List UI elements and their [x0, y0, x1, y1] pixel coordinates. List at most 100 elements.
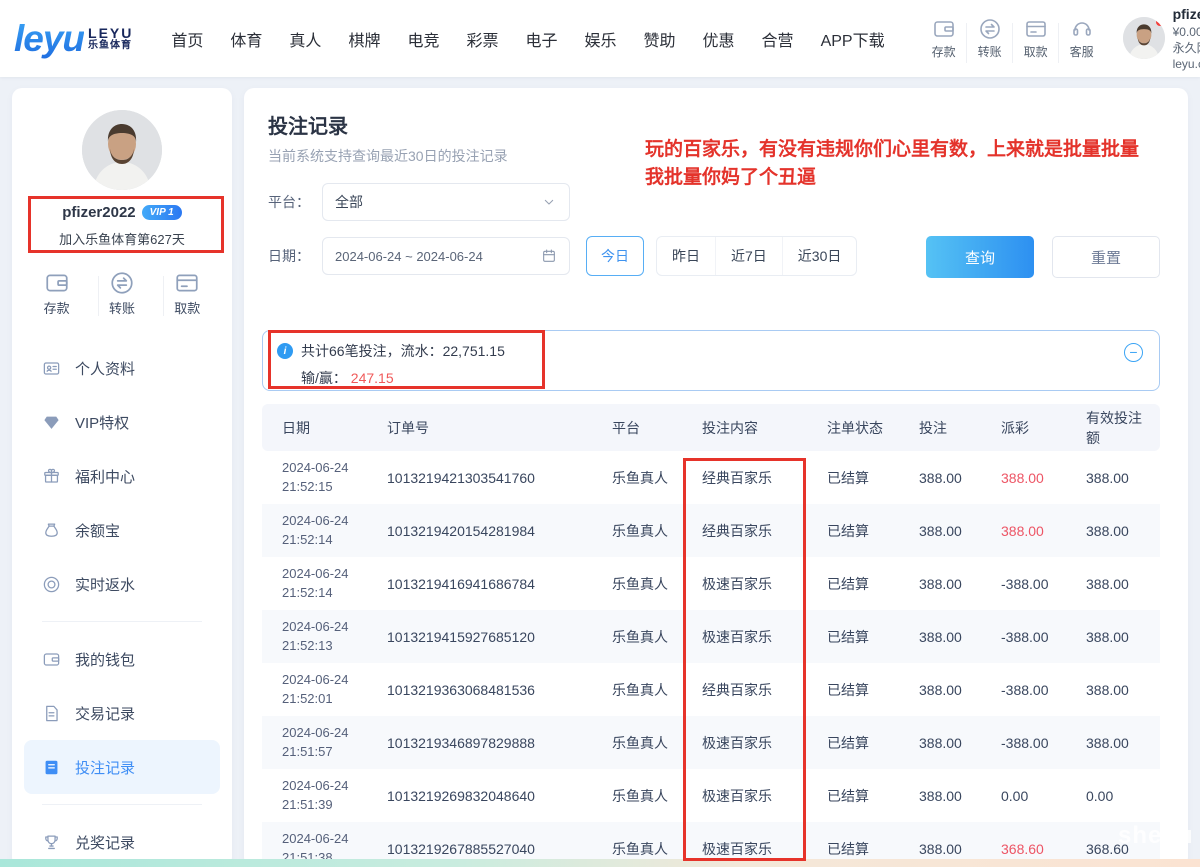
deposit-label: 存款	[921, 43, 967, 60]
chevron-down-icon	[541, 194, 557, 210]
withdraw-icon	[1024, 17, 1048, 41]
last7days-button[interactable]: 近7日	[715, 237, 782, 275]
date-range-input[interactable]: 2024-06-24 ~ 2024-06-24	[322, 237, 570, 275]
date-range-value: 2024-06-24 ~ 2024-06-24	[335, 249, 483, 264]
join-days-text: 加入乐鱼体育第627天	[12, 229, 232, 248]
table-row: 2024-06-2421:51:39 1013219269832048640 乐…	[262, 769, 1160, 822]
winloss-value: 247.15	[351, 370, 394, 386]
wallet-icon	[42, 650, 61, 669]
id-card-icon	[42, 359, 61, 378]
sidebar-item-rebate[interactable]: 实时返水	[24, 557, 220, 611]
sidebar-item-label: 交易记录	[75, 703, 135, 724]
deposit-icon	[44, 270, 70, 296]
logo-subtext: LEYU 乐鱼体育	[88, 26, 133, 51]
permanent-url: 永久网址: leyu.com	[1173, 40, 1200, 72]
sidebar-item-label: 投注记录	[75, 757, 135, 778]
nav-entertainment[interactable]: 娱乐	[585, 27, 617, 51]
page-title: 投注记录	[268, 110, 348, 139]
footer-gradient-bar	[0, 859, 1200, 867]
vip-diamond-icon	[42, 413, 61, 432]
sidebar-item-transactions[interactable]: 交易记录	[24, 686, 220, 740]
platform-filter-row: 平台： 全部	[268, 183, 570, 221]
nav-lottery[interactable]: 彩票	[466, 27, 498, 51]
brand-logo[interactable]: leyu LEYU 乐鱼体育	[14, 18, 133, 60]
deposit-icon	[932, 17, 956, 41]
info-icon: i	[277, 343, 293, 359]
menu-divider	[42, 804, 202, 805]
winloss-label: 输/赢：	[301, 370, 347, 386]
transfer-label: 转账	[99, 298, 145, 317]
service-label: 客服	[1059, 43, 1105, 60]
sidebar-item-bet-records[interactable]: 投注记录	[24, 740, 220, 794]
col-order: 订单号	[377, 404, 602, 451]
sidebar-item-label: 兑奖记录	[75, 832, 135, 853]
nav-sports[interactable]: 体育	[230, 27, 262, 51]
sidebar-item-label: 福利中心	[75, 466, 135, 487]
query-button[interactable]: 查询	[926, 236, 1034, 278]
sidebar-item-benefits[interactable]: 福利中心	[24, 449, 220, 503]
today-button[interactable]: 今日	[586, 236, 644, 276]
calendar-icon	[541, 248, 557, 264]
reset-button[interactable]: 重置	[1052, 236, 1160, 278]
summary-box: i 共计66笔投注，流水：22,751.15 输/赢： 247.15 −	[262, 330, 1160, 391]
nav-sponsor[interactable]: 赞助	[644, 27, 676, 51]
menu-divider	[42, 621, 202, 622]
sidebar-item-wallet[interactable]: 我的钱包	[24, 632, 220, 686]
nav-live[interactable]: 真人	[289, 27, 321, 51]
profile-vip-badge: VIP 1	[142, 205, 182, 220]
header-user-area: pfizer2022 VIP 1 ¥0.00 v 永久网址: leyu.com	[1123, 5, 1200, 72]
yesterday-button[interactable]: 昨日	[657, 237, 715, 275]
deposit-label: 存款	[34, 298, 80, 317]
col-platform: 平台	[602, 404, 692, 451]
nav-esports[interactable]: 电竞	[407, 27, 439, 51]
sidebar-item-profile[interactable]: 个人资料	[24, 341, 220, 395]
col-payout: 派彩	[991, 404, 1076, 451]
customer-service-button[interactable]: 客服	[1059, 17, 1105, 60]
transfer-button[interactable]: 转账	[967, 17, 1013, 60]
withdraw-button[interactable]: 取款	[1013, 17, 1059, 60]
sidebar-deposit-button[interactable]: 存款	[34, 270, 80, 317]
sidebar-transfer-button[interactable]: 转账	[99, 270, 145, 317]
top-header: leyu LEYU 乐鱼体育 首页 体育 真人 棋牌 电竞 彩票 电子 娱乐 赞…	[0, 0, 1200, 77]
last30days-button[interactable]: 近30日	[782, 237, 857, 275]
bet-records-table: 日期 订单号 平台 投注内容 注单状态 投注 派彩 有效投注额 2024-06-…	[262, 404, 1160, 867]
deposit-button[interactable]: 存款	[921, 17, 967, 60]
page-subtitle: 当前系统支持查询最近30日的投注记录	[268, 146, 508, 166]
nav-home[interactable]: 首页	[171, 27, 203, 51]
col-valid: 有效投注额	[1076, 404, 1160, 451]
main-panel: 投注记录 当前系统支持查询最近30日的投注记录 平台： 全部 日期： 2024-…	[244, 88, 1188, 867]
col-bet: 投注	[909, 404, 991, 451]
platform-select[interactable]: 全部	[322, 183, 570, 221]
sidebar-item-vip[interactable]: VIP特权	[24, 395, 220, 449]
logo-cn: 乐鱼体育	[88, 41, 133, 52]
table-row: 2024-06-2421:52:14 1013219420154281984 乐…	[262, 504, 1160, 557]
nav-promo[interactable]: 优惠	[703, 27, 735, 51]
table-header-row: 日期 订单号 平台 投注内容 注单状态 投注 派彩 有效投注额	[262, 404, 1160, 451]
table-row: 2024-06-2421:52:15 1013219421303541760 乐…	[262, 451, 1160, 504]
date-filter-row: 日期： 2024-06-24 ~ 2024-06-24 今日 昨日 近7日 近3…	[268, 236, 857, 276]
header-user-info: pfizer2022 VIP 1 ¥0.00 v 永久网址: leyu.com	[1173, 5, 1200, 72]
rebate-icon	[42, 575, 61, 594]
document-icon	[42, 704, 61, 723]
trophy-icon	[42, 833, 61, 852]
headset-icon	[1070, 17, 1094, 41]
platform-label: 平台：	[268, 192, 310, 212]
col-content: 投注内容	[692, 404, 817, 451]
nav-chess[interactable]: 棋牌	[348, 27, 380, 51]
nav-slots[interactable]: 电子	[525, 27, 557, 51]
table-row: 2024-06-2421:52:13 1013219415927685120 乐…	[262, 610, 1160, 663]
avatar[interactable]	[1123, 17, 1165, 59]
sidebar-item-label: 余额宝	[75, 520, 120, 541]
sidebar-withdraw-button[interactable]: 取款	[164, 270, 210, 317]
transfer-icon	[109, 270, 135, 296]
nav-app-download[interactable]: APP下载	[821, 27, 885, 51]
profile-avatar[interactable]	[82, 110, 162, 190]
profile-username: pfizer2022	[62, 204, 135, 221]
platform-selected-value: 全部	[335, 192, 363, 212]
nav-partner[interactable]: 合营	[762, 27, 794, 51]
collapse-icon[interactable]: −	[1124, 343, 1143, 362]
sidebar-menu: 个人资料 VIP特权 福利中心 余额宝 实时返水 我的钱包 交易记录	[12, 341, 232, 867]
withdraw-label: 取款	[1013, 43, 1059, 60]
table-row: 2024-06-2421:51:57 1013219346897829888 乐…	[262, 716, 1160, 769]
sidebar-item-yuebao[interactable]: 余额宝	[24, 503, 220, 557]
